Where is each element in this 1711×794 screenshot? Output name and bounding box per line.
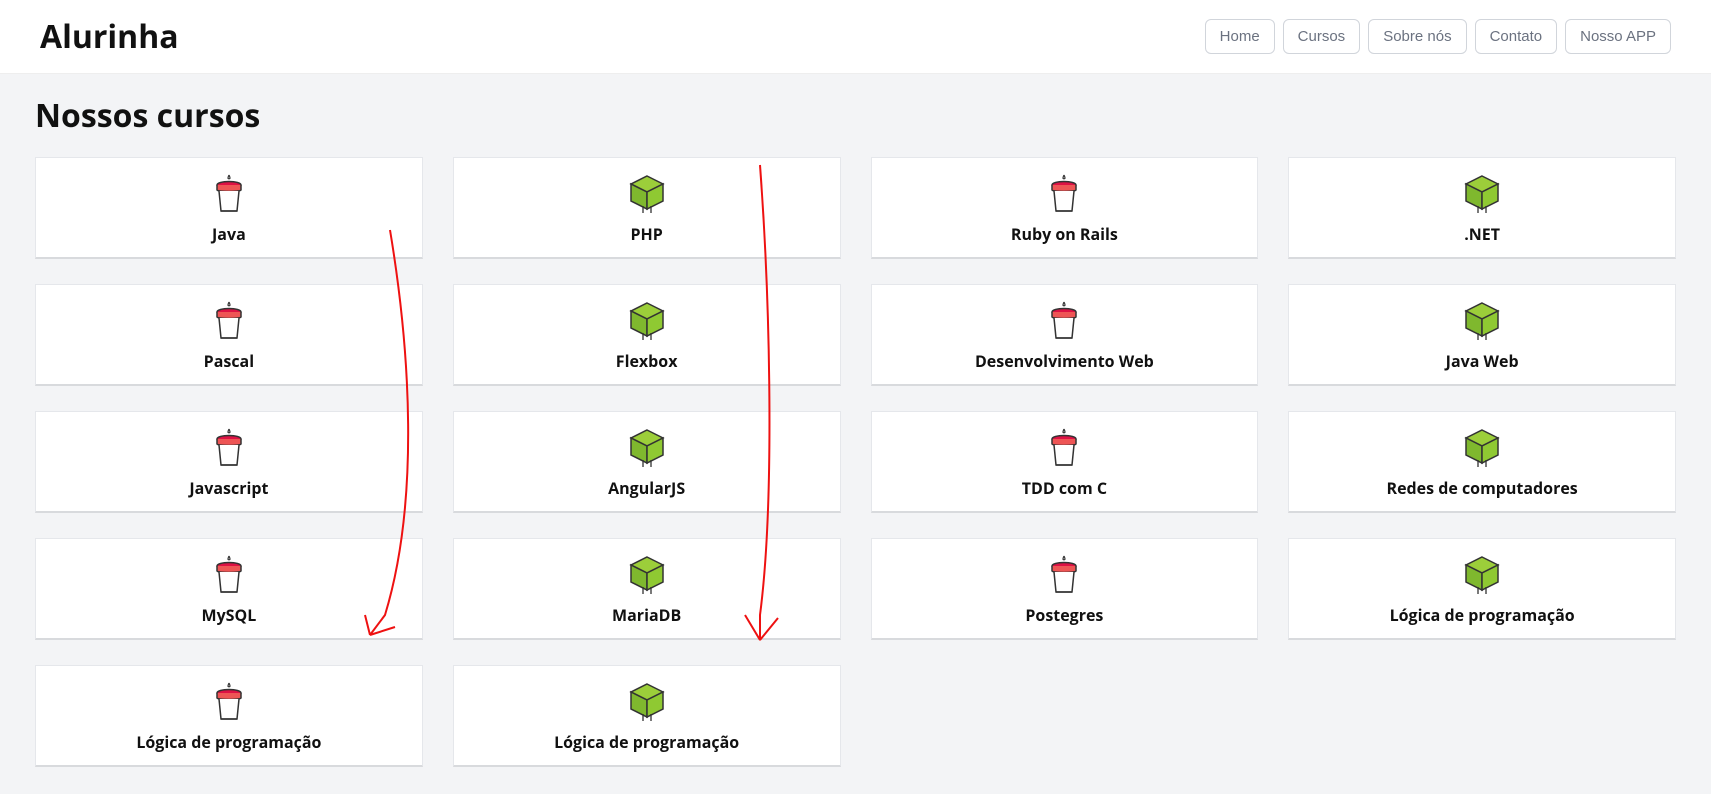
course-card-title: Java Web xyxy=(1446,350,1519,372)
course-card[interactable]: Lógica de programação xyxy=(453,665,841,767)
cup-icon xyxy=(209,173,249,215)
cup-icon xyxy=(209,173,249,215)
nav-app-button[interactable]: Nosso APP xyxy=(1565,19,1671,54)
logo: Alurinha xyxy=(40,15,179,58)
cup-icon xyxy=(1044,300,1084,342)
cup-icon xyxy=(1044,427,1084,469)
course-card[interactable]: Postegres xyxy=(871,538,1259,640)
cube-icon xyxy=(625,554,669,596)
course-card-title: PHP xyxy=(630,223,662,245)
cup-icon xyxy=(209,427,249,469)
course-card-title: Pascal xyxy=(204,350,254,372)
cup-icon xyxy=(1044,554,1084,596)
nav-home-button[interactable]: Home xyxy=(1205,19,1275,54)
course-card[interactable]: Ruby on Rails xyxy=(871,157,1259,259)
main: Nossos cursos Java PHP Ruby on Rails .NE… xyxy=(0,74,1711,787)
cube-icon xyxy=(625,300,669,342)
course-card-title: AngularJS xyxy=(608,477,685,499)
course-card[interactable]: AngularJS xyxy=(453,411,841,513)
course-card-title: Desenvolvimento Web xyxy=(975,350,1154,372)
nav-cursos-button[interactable]: Cursos xyxy=(1283,19,1361,54)
course-card[interactable]: Desenvolvimento Web xyxy=(871,284,1259,386)
cup-icon xyxy=(209,300,249,342)
cup-icon xyxy=(1044,554,1084,596)
cube-icon xyxy=(625,681,669,723)
cup-icon xyxy=(209,681,249,723)
cube-icon xyxy=(1460,427,1504,469)
course-card[interactable]: Java xyxy=(35,157,423,259)
course-card[interactable]: Lógica de programação xyxy=(35,665,423,767)
cup-icon xyxy=(1044,427,1084,469)
course-card-title: Flexbox xyxy=(616,350,678,372)
cube-icon xyxy=(1460,554,1504,596)
course-card-title: MySQL xyxy=(201,604,256,626)
course-card[interactable]: Redes de computadores xyxy=(1288,411,1676,513)
cube-icon xyxy=(625,427,669,469)
course-card-title: Redes de computadores xyxy=(1387,477,1578,499)
cube-icon xyxy=(625,681,669,723)
course-card[interactable]: Javascript xyxy=(35,411,423,513)
cube-icon xyxy=(625,173,669,215)
cube-icon xyxy=(625,173,669,215)
course-card[interactable]: MySQL xyxy=(35,538,423,640)
course-card-title: Java xyxy=(212,223,246,245)
course-card-title: Ruby on Rails xyxy=(1011,223,1118,245)
course-card-title: Lógica de programação xyxy=(136,731,321,753)
cube-icon xyxy=(625,300,669,342)
course-card[interactable]: Lógica de programação xyxy=(1288,538,1676,640)
cube-icon xyxy=(1460,554,1504,596)
course-card-title: Postegres xyxy=(1025,604,1103,626)
nav-contato-button[interactable]: Contato xyxy=(1475,19,1558,54)
course-card[interactable]: PHP xyxy=(453,157,841,259)
course-card-title: MariaDB xyxy=(612,604,681,626)
cube-icon xyxy=(625,554,669,596)
cup-icon xyxy=(1044,300,1084,342)
cube-icon xyxy=(1460,427,1504,469)
nav: Home Cursos Sobre nós Contato Nosso APP xyxy=(1205,19,1671,54)
course-card[interactable]: MariaDB xyxy=(453,538,841,640)
cube-icon xyxy=(1460,300,1504,342)
courses-grid: Java PHP Ruby on Rails .NET Pascal Flexb… xyxy=(35,157,1676,767)
cube-icon xyxy=(625,427,669,469)
course-card[interactable]: .NET xyxy=(1288,157,1676,259)
header: Alurinha Home Cursos Sobre nós Contato N… xyxy=(0,0,1711,74)
cube-icon xyxy=(1460,173,1504,215)
course-card-title: .NET xyxy=(1464,223,1500,245)
cup-icon xyxy=(209,554,249,596)
course-card[interactable]: TDD com C xyxy=(871,411,1259,513)
cup-icon xyxy=(209,427,249,469)
section-title: Nossos cursos xyxy=(35,94,1676,137)
cube-icon xyxy=(1460,300,1504,342)
course-card[interactable]: Pascal xyxy=(35,284,423,386)
nav-sobre-button[interactable]: Sobre nós xyxy=(1368,19,1466,54)
course-card-title: Javascript xyxy=(189,477,268,499)
course-card[interactable]: Flexbox xyxy=(453,284,841,386)
cup-icon xyxy=(209,554,249,596)
course-card-title: TDD com C xyxy=(1022,477,1107,499)
course-card-title: Lógica de programação xyxy=(1390,604,1575,626)
cup-icon xyxy=(209,300,249,342)
cup-icon xyxy=(1044,173,1084,215)
course-card[interactable]: Java Web xyxy=(1288,284,1676,386)
cup-icon xyxy=(209,681,249,723)
cube-icon xyxy=(1460,173,1504,215)
cup-icon xyxy=(1044,173,1084,215)
course-card-title: Lógica de programação xyxy=(554,731,739,753)
